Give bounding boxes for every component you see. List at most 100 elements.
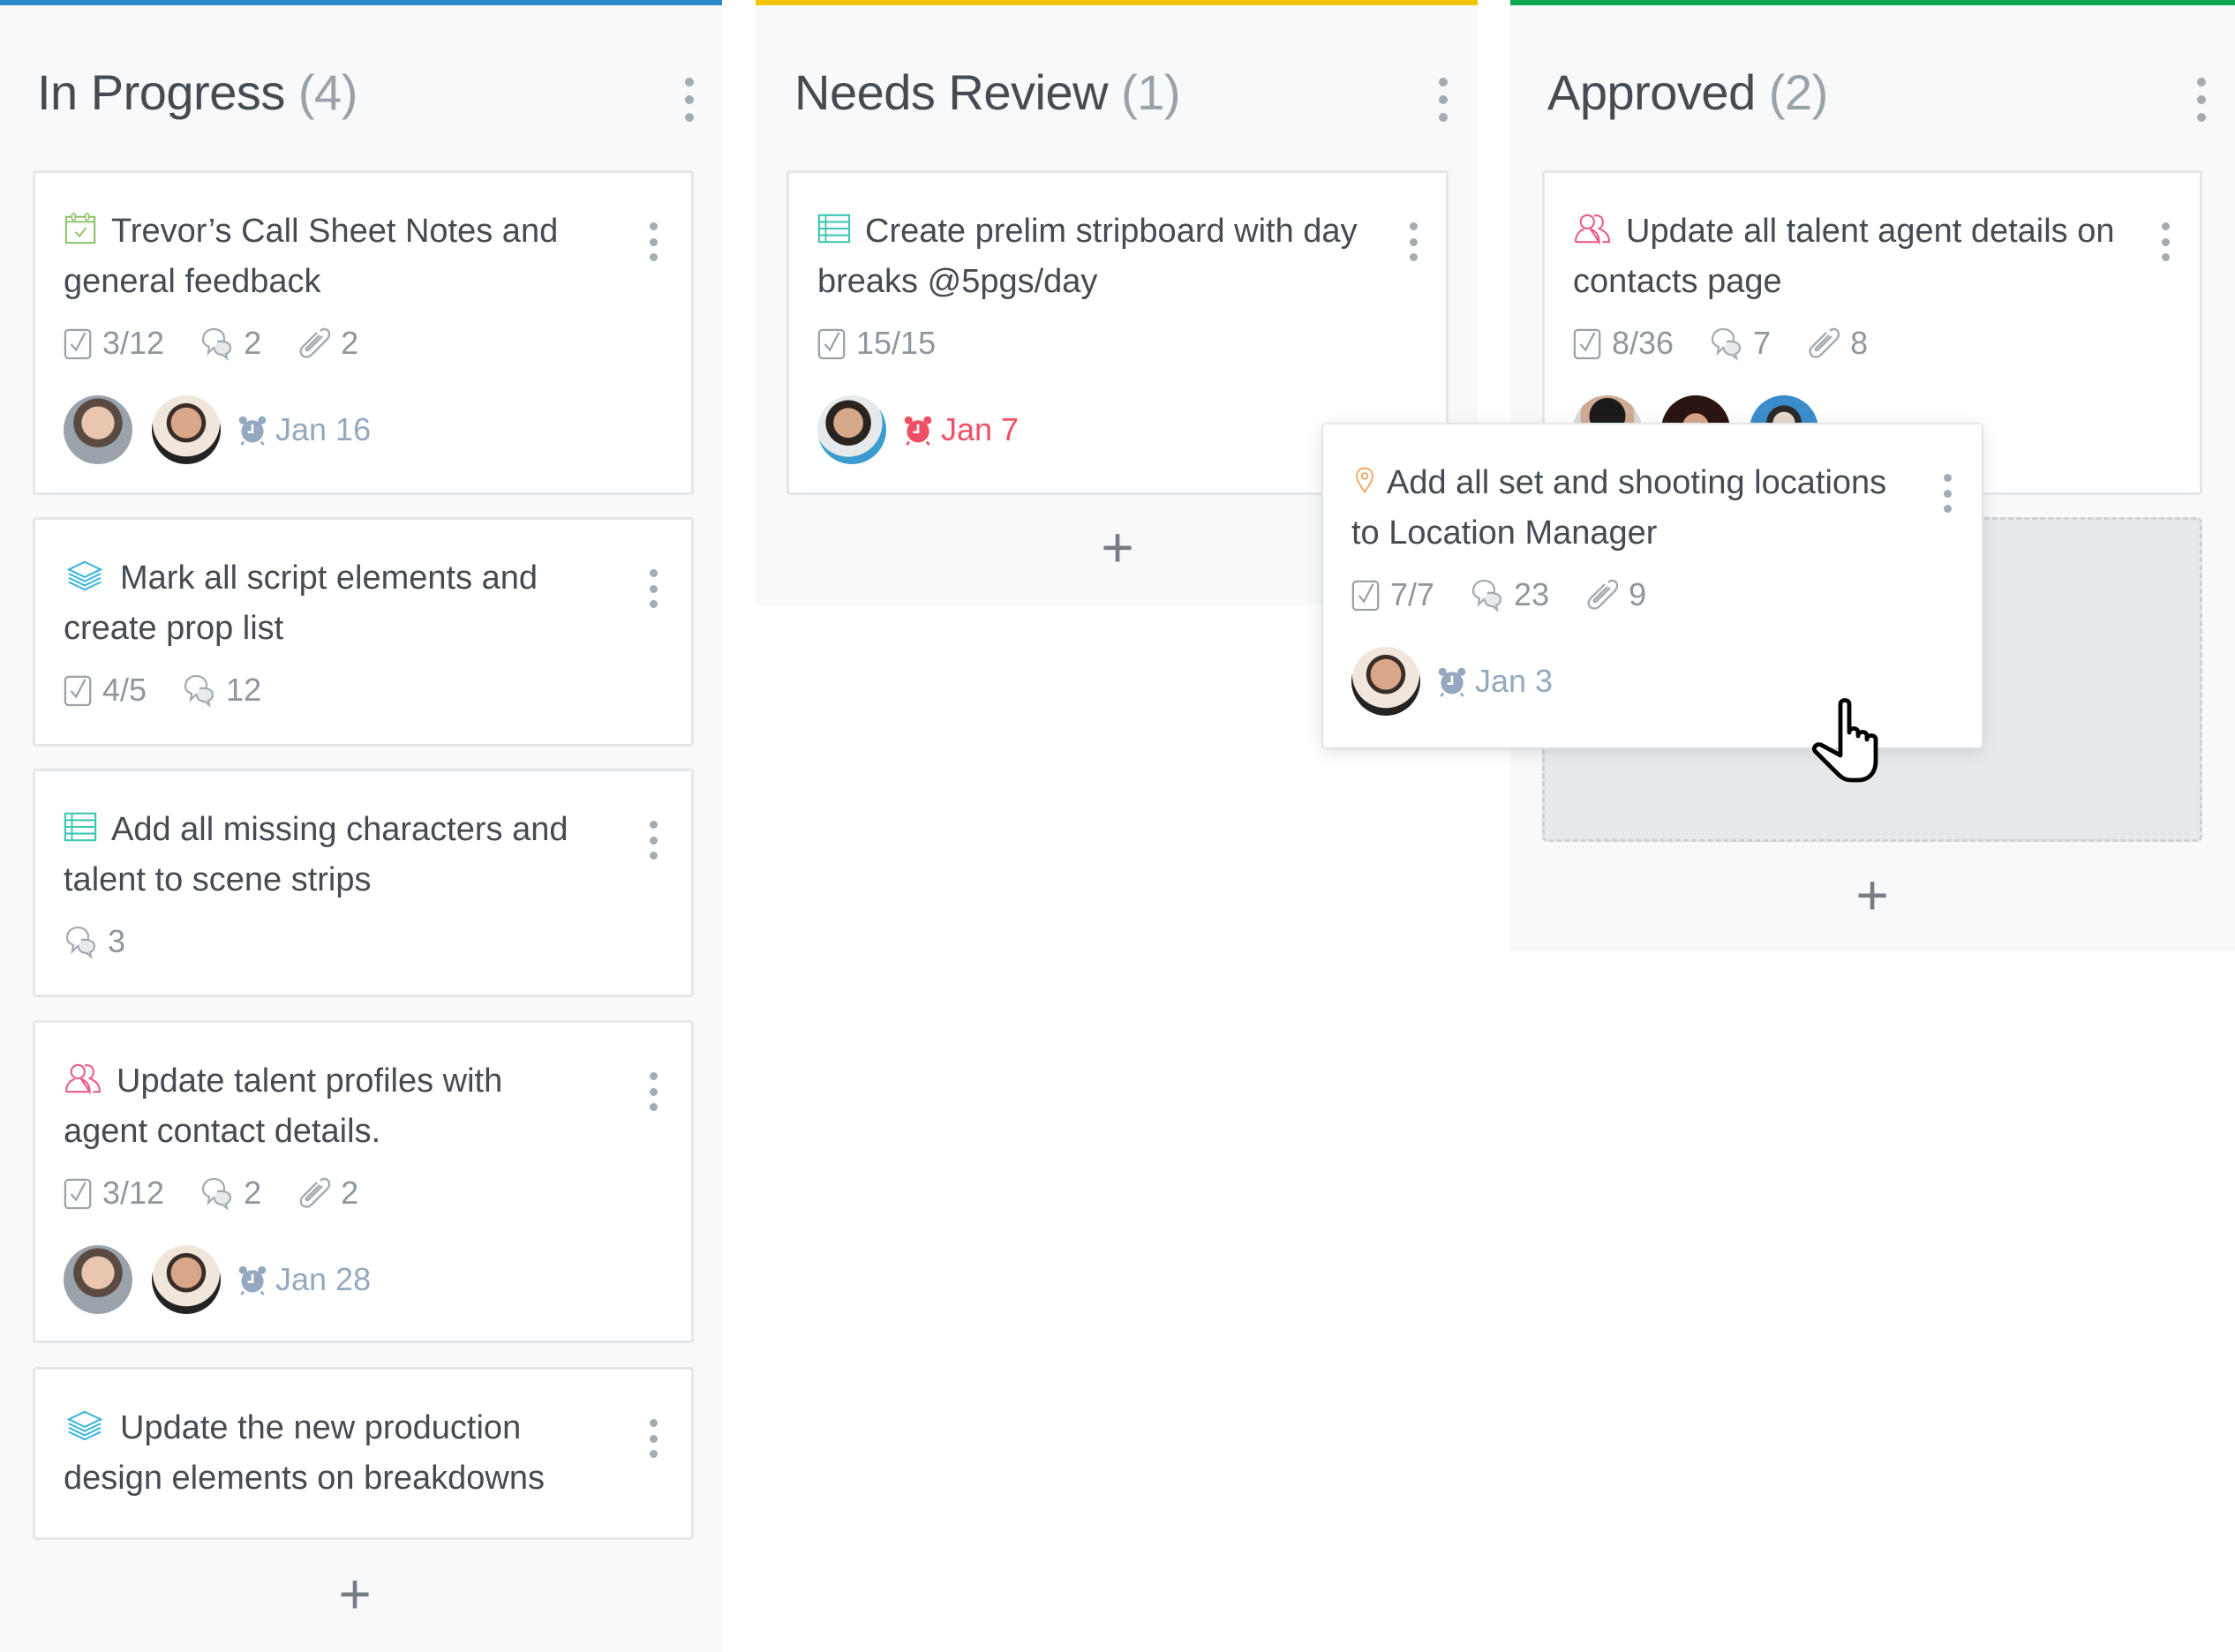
card-people: Jan 3 xyxy=(1351,647,1553,716)
card-menu-button[interactable] xyxy=(2159,222,2171,261)
location-pin-icon xyxy=(1351,463,1378,497)
avatar[interactable] xyxy=(817,395,886,464)
comment-count: 2 xyxy=(199,325,261,362)
column-count: (2) xyxy=(1768,64,1828,120)
attachment-count: 2 xyxy=(297,325,358,362)
column-accent-bar xyxy=(756,0,1478,5)
column-title-text: Approved xyxy=(1547,64,1756,120)
comment-icon xyxy=(1709,326,1744,361)
card-people: Jan 7 xyxy=(817,395,1019,464)
add-card-button[interactable]: + xyxy=(328,1566,381,1622)
attachment-count: 2 xyxy=(297,1175,358,1212)
task-card[interactable]: Update talent profiles with agent contac… xyxy=(33,1020,694,1343)
card-title-text: Update talent profiles with agent contac… xyxy=(64,1063,503,1150)
checklist-icon xyxy=(1351,577,1381,612)
comment-count: 12 xyxy=(182,672,261,709)
attachment-count: 8 xyxy=(1806,325,1868,362)
alarm-clock-icon xyxy=(237,1264,268,1295)
alarm-clock-icon xyxy=(1436,665,1468,697)
card-meta: 4/5 12 xyxy=(64,672,297,709)
column-title-text: In Progress xyxy=(37,64,285,120)
comment-count: 23 xyxy=(1470,576,1549,613)
due-date: Jan 3 xyxy=(1436,663,1553,700)
due-date: Jan 16 xyxy=(237,411,371,448)
avatar[interactable] xyxy=(64,1245,132,1314)
comment-icon xyxy=(182,672,217,708)
card-title: Add all set and shooting locations to Lo… xyxy=(1351,458,1920,559)
card-meta: 8/36 7 8 xyxy=(1573,325,1903,362)
comment-count: 7 xyxy=(1709,325,1771,362)
avatar[interactable] xyxy=(152,395,221,464)
column-accent-bar xyxy=(0,0,722,5)
card-title: Create prelim stripboard with day breaks… xyxy=(817,206,1384,307)
checklist-icon xyxy=(64,326,94,361)
comment-icon xyxy=(199,326,235,361)
column-count: (1) xyxy=(1121,64,1181,120)
card-title-text: Update the new production design element… xyxy=(64,1409,546,1497)
checklist-icon xyxy=(817,326,847,361)
card-people: Jan 28 xyxy=(64,1245,371,1314)
task-card[interactable]: Update the new production design element… xyxy=(33,1367,694,1540)
card-meta: 3 xyxy=(64,923,161,960)
card-people: Jan 16 xyxy=(64,395,371,464)
hand-pointer-cursor-icon xyxy=(1812,698,1878,783)
checklist-count: 4/5 xyxy=(64,672,147,709)
card-menu-button[interactable] xyxy=(647,821,659,860)
comment-icon xyxy=(64,924,99,959)
task-card[interactable]: Add all missing characters and talent to… xyxy=(33,769,694,997)
column-accent-bar xyxy=(1510,0,2235,5)
column-title-text: Needs Review xyxy=(794,64,1109,120)
due-date-overdue: Jan 7 xyxy=(902,411,1019,448)
comment-icon xyxy=(199,1175,235,1211)
paperclip-icon xyxy=(297,1175,332,1211)
card-title-text: Update all talent agent details on conta… xyxy=(1573,213,2115,300)
card-title-text: Add all set and shooting locations to Lo… xyxy=(1351,464,1887,552)
card-menu-button[interactable] xyxy=(647,1072,659,1111)
card-title-text: Add all missing characters and talent to… xyxy=(64,811,568,898)
column-in-progress: In Progress (4) Trevor’s Call Sheet Note… xyxy=(0,0,722,1652)
card-meta: 3/12 2 2 xyxy=(64,325,394,362)
card-menu-button[interactable] xyxy=(1941,474,1953,513)
card-meta: 3/12 2 2 xyxy=(64,1175,394,1212)
paperclip-icon xyxy=(1806,326,1841,361)
checklist-count: 7/7 xyxy=(1351,576,1434,613)
alarm-clock-icon xyxy=(237,414,268,446)
checklist-icon xyxy=(64,1175,94,1211)
task-card[interactable]: Trevor’s Call Sheet Notes and general fe… xyxy=(33,170,694,495)
contacts-icon xyxy=(1573,212,1612,245)
card-title: Mark all script elements and create prop… xyxy=(64,553,594,654)
card-menu-button[interactable] xyxy=(1407,222,1419,261)
card-meta: 15/15 xyxy=(817,325,971,362)
column-menu-button[interactable] xyxy=(2195,78,2208,122)
checklist-count: 3/12 xyxy=(64,325,164,362)
avatar[interactable] xyxy=(64,395,132,464)
add-card-button[interactable]: + xyxy=(1091,519,1144,575)
avatar[interactable] xyxy=(1351,647,1420,716)
column-title: Approved (2) xyxy=(1547,64,1828,121)
card-menu-button[interactable] xyxy=(647,1419,659,1458)
card-title-text: Mark all script elements and create prop… xyxy=(64,559,538,647)
avatar[interactable] xyxy=(152,1245,221,1314)
checklist-icon xyxy=(1573,326,1603,361)
card-menu-button[interactable] xyxy=(647,222,659,261)
paperclip-icon xyxy=(1584,577,1620,612)
column-title: Needs Review (1) xyxy=(794,64,1181,121)
checklist-icon xyxy=(64,672,94,708)
card-title: Update the new production design element… xyxy=(64,1403,594,1504)
checklist-count: 8/36 xyxy=(1573,325,1674,362)
layers-icon xyxy=(64,1408,106,1442)
checklist-count: 3/12 xyxy=(64,1175,164,1212)
column-menu-button[interactable] xyxy=(1437,78,1449,122)
card-title-text: Create prelim stripboard with day breaks… xyxy=(817,213,1358,300)
column-menu-button[interactable] xyxy=(683,78,696,122)
attachment-count: 9 xyxy=(1584,576,1646,613)
checklist-count: 15/15 xyxy=(817,325,936,362)
card-menu-button[interactable] xyxy=(647,569,659,608)
add-card-button[interactable]: + xyxy=(1846,867,1899,923)
task-card[interactable]: Mark all script elements and create prop… xyxy=(33,517,694,747)
column-title: In Progress (4) xyxy=(37,64,357,121)
comment-count: 3 xyxy=(64,923,125,960)
stripboard-icon xyxy=(64,810,97,844)
contacts-icon xyxy=(64,1062,102,1095)
comment-icon xyxy=(1470,577,1505,612)
